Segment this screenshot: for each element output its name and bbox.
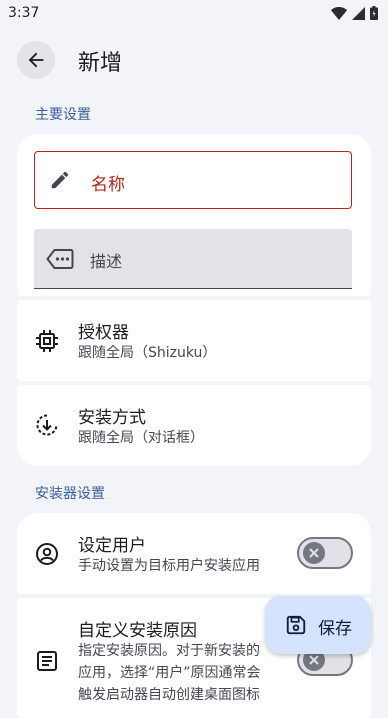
set-user-subtitle: 手动设置为目标用户安装应用 — [78, 558, 260, 574]
save-icon — [286, 615, 306, 635]
back-button[interactable] — [17, 41, 55, 79]
set-user-title: 设定用户 — [78, 536, 146, 556]
description-field[interactable]: 描述 — [34, 229, 352, 289]
chip-icon — [36, 330, 58, 352]
section-label-main: 主要设置 — [35, 107, 91, 123]
signal-icon — [352, 6, 365, 20]
toggle-knob — [303, 542, 325, 564]
save-fab-label: 保存 — [318, 619, 352, 639]
setting-row-install-method[interactable]: 安装方式 跟随全局（对话框） — [17, 385, 371, 466]
page-title: 新增 — [78, 51, 123, 76]
custom-reason-subtitle-line-3: 触发启动器自动创建桌面图标 — [78, 687, 260, 703]
arrow-back-icon — [28, 52, 44, 68]
basic-info-card: 名称 描述 — [17, 134, 371, 296]
status-icons — [331, 5, 378, 21]
custom-reason-subtitle-line-2: 应用，选择“用户”原因通常会 — [78, 665, 261, 681]
close-icon — [309, 655, 319, 665]
install-download-icon — [36, 414, 58, 436]
top-app-bar: 新增 — [0, 40, 388, 84]
account-circle-icon — [36, 543, 58, 565]
custom-reason-subtitle-line-1: 指定安装原因。对于新安装的 — [78, 643, 260, 659]
save-fab-button[interactable]: 保存 — [265, 596, 371, 654]
article-icon — [37, 651, 57, 671]
custom-reason-title: 自定义安装原因 — [78, 621, 197, 641]
pencil-icon — [51, 171, 69, 189]
wifi-icon — [331, 6, 347, 20]
close-icon — [309, 548, 319, 558]
name-field[interactable]: 名称 — [34, 151, 352, 209]
install-method-subtitle: 跟随全局（对话框） — [78, 430, 204, 446]
install-method-title: 安装方式 — [78, 408, 146, 428]
authorizer-subtitle: 跟随全局（Shizuku） — [78, 345, 217, 361]
authorizer-title: 授权器 — [78, 323, 129, 343]
setting-row-set-user[interactable]: 设定用户 手动设置为目标用户安装应用 — [17, 513, 371, 594]
name-field-label: 名称 — [91, 175, 125, 195]
label-tag-icon — [46, 249, 74, 269]
battery-icon — [370, 6, 378, 20]
setting-row-authorizer[interactable]: 授权器 跟随全局（Shizuku） — [17, 300, 371, 381]
set-user-toggle[interactable] — [297, 537, 353, 569]
status-bar: 3:37 — [0, 0, 388, 28]
description-field-label: 描述 — [90, 252, 123, 271]
section-label-installer: 安装器设置 — [35, 486, 105, 502]
status-time: 3:37 — [8, 5, 40, 21]
